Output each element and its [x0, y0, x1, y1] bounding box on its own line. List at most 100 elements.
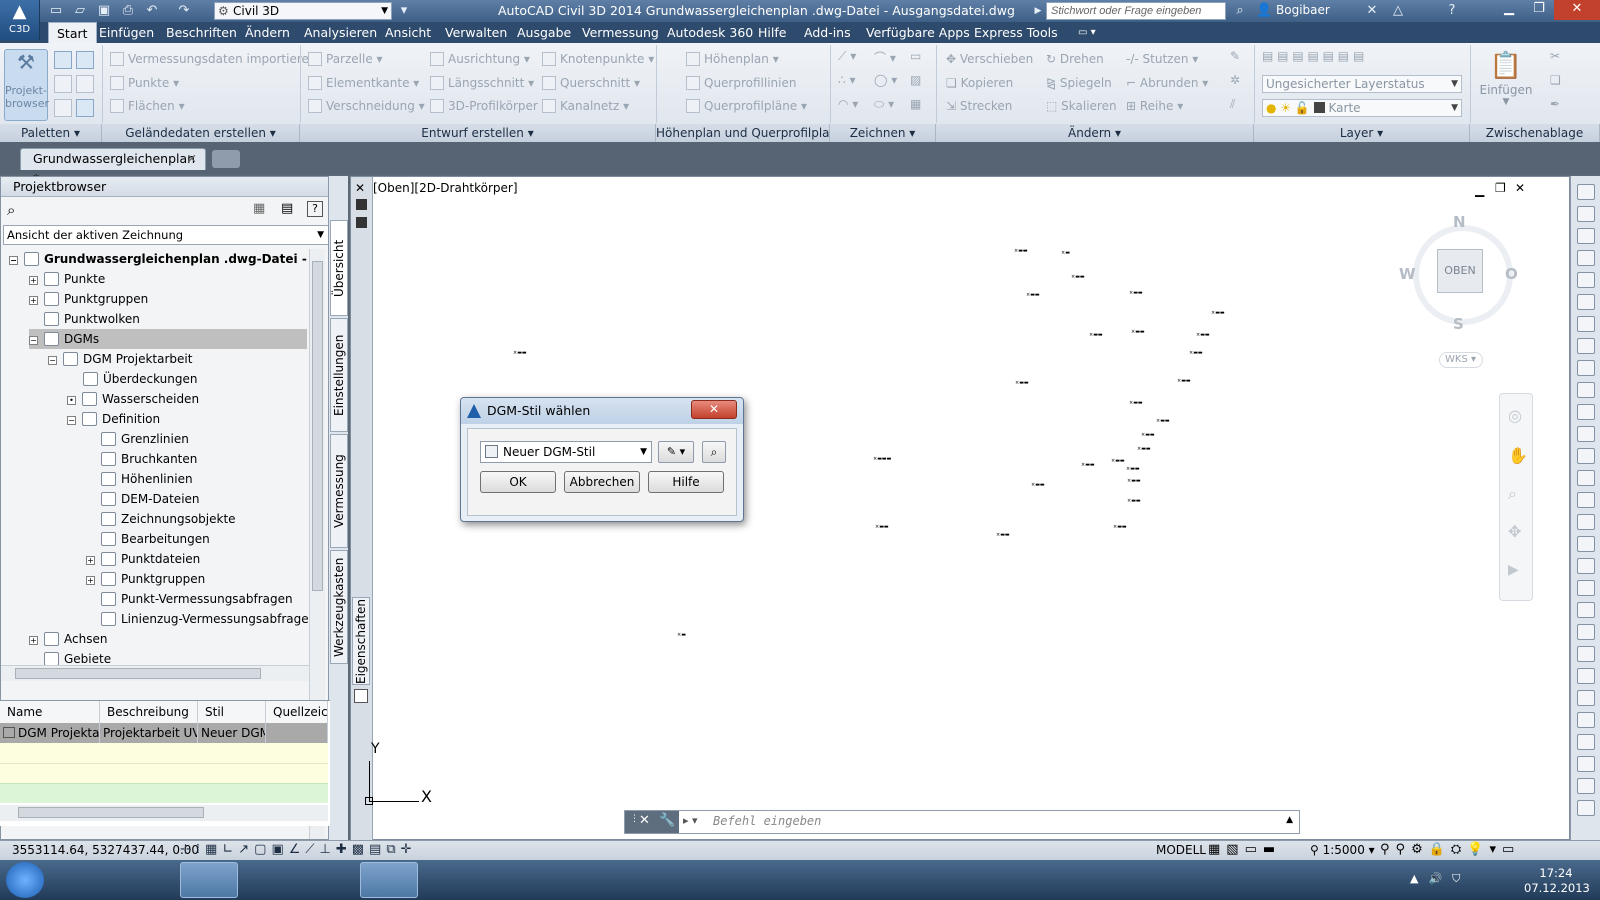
coordinate-display[interactable]: 3553114.64, 5327437.44, 0.00 [12, 843, 199, 857]
point-marker[interactable]: ×▬▬ [1196, 333, 1210, 338]
match-properties-icon[interactable]: ✒ [1550, 97, 1560, 111]
cut-icon[interactable]: ✂ [1550, 49, 1560, 63]
tool-icon[interactable] [1577, 316, 1595, 332]
tree-item-dgms[interactable]: − DGMs [29, 329, 307, 349]
tab-express-tools[interactable]: Express Tools [974, 22, 1058, 43]
tool-icon[interactable] [1577, 338, 1595, 354]
querschnitt-button[interactable]: Querschnitt ▾ [542, 76, 640, 90]
preview-style-button[interactable]: ⌕ [702, 441, 726, 463]
punkte-button[interactable]: Punkte ▾ [110, 76, 179, 90]
region-icon[interactable]: ▦ [910, 97, 921, 111]
layout-model-icon[interactable]: ▦ [1208, 842, 1226, 857]
querprofilplaene-button[interactable]: Querprofilpläne ▾ [686, 99, 807, 113]
panel-label-gelaendedaten[interactable]: Geländedaten erstellen ▾ [102, 124, 300, 142]
grid-icon[interactable]: ▦ [205, 842, 222, 857]
help-icon[interactable]: ? [1444, 3, 1460, 19]
tool-icon[interactable] [1577, 250, 1595, 266]
tool-icon[interactable] [1577, 382, 1595, 398]
point-marker[interactable]: ×▬ [1061, 251, 1070, 256]
layer-properties-icon[interactable]: ▤ [1262, 49, 1277, 63]
verschieben-button[interactable]: ✥ Verschieben [946, 52, 1033, 66]
dialog-close-button[interactable]: ✕ [691, 400, 737, 419]
panel-label-aendern[interactable]: Ändern ▾ [936, 124, 1254, 142]
point-marker[interactable]: ×▬▬ [1127, 499, 1141, 504]
annotation-visibility-icon[interactable]: ⚲ [1380, 842, 1396, 857]
quick-properties-icon[interactable]: ▤ [369, 842, 386, 857]
drehen-button[interactable]: ↻ Drehen [1046, 52, 1104, 66]
column-header-beschreibung[interactable]: Beschreibung [100, 701, 198, 723]
tool-icon[interactable] [1577, 360, 1595, 376]
status-menu-icon[interactable]: ▾ [1490, 842, 1503, 857]
point-marker[interactable]: ×▬▬ [1137, 447, 1151, 452]
tree-item-punktdateien[interactable]: + Punktdateien [86, 549, 200, 569]
style-select[interactable]: Neuer DGM-Stil ▼ [480, 441, 652, 463]
tool-icon[interactable] [1577, 536, 1595, 552]
view-toggle-icon[interactable]: ▦ [253, 201, 265, 216]
tab-werkzeugkasten[interactable]: Werkzeugkasten [330, 550, 348, 664]
tree-item-punkte[interactable]: + Punkte [29, 269, 105, 289]
3d-osnap-icon[interactable]: ▣ [271, 842, 288, 857]
point-marker[interactable]: ×▬▬ [1014, 249, 1028, 254]
lock-icon[interactable]: 🔒 [1429, 842, 1451, 857]
point-marker[interactable]: ×▬▬ [1127, 479, 1141, 484]
point-marker[interactable]: ×▬▬▬ [873, 457, 891, 462]
point-marker[interactable]: ×▬▬ [1141, 433, 1155, 438]
layer-match-icon[interactable]: ▤ [1277, 49, 1292, 63]
cancel-button[interactable]: Abbrechen [564, 471, 640, 493]
collapse-icon[interactable]: − [67, 416, 76, 425]
tool-icon[interactable] [1577, 712, 1595, 728]
hatch-icon[interactable]: ▨ [910, 73, 921, 87]
layer-walk-icon[interactable]: ▤ [1353, 49, 1364, 63]
panel-label-zeichnen[interactable]: Zeichnen ▾ [830, 124, 936, 142]
layer-freeze-icon[interactable]: ▤ [1323, 49, 1338, 63]
prospector-icon[interactable] [54, 51, 72, 69]
taskbar-app-internet-explorer-icon[interactable] [420, 862, 478, 898]
toolbox-icon[interactable] [76, 75, 94, 93]
expand-icon[interactable]: + [29, 296, 38, 305]
print-icon[interactable]: ⎙ [120, 3, 136, 19]
tool-icon[interactable] [1577, 624, 1595, 640]
tab-add-ins[interactable]: Add-ins [804, 22, 851, 43]
point-marker[interactable]: ×▬▬ [1126, 467, 1140, 472]
erase-icon[interactable]: ✎ [1230, 49, 1240, 63]
skalieren-button[interactable]: ⬚ Skalieren [1046, 99, 1117, 113]
search-icon[interactable]: ⌕ [7, 201, 15, 219]
tree-item-punktgruppen[interactable]: + Punktgruppen [29, 289, 148, 309]
tree-item-bruchkanten[interactable]: Bruchkanten [101, 449, 197, 469]
taskbar-app-network-icon[interactable] [62, 862, 120, 898]
rectangle-icon[interactable]: ▭ [910, 49, 921, 63]
polyline-icon[interactable]: ⌒ ▾ [874, 49, 896, 66]
tool-icon[interactable] [1577, 294, 1595, 310]
undo-icon[interactable]: ↶ [144, 3, 160, 19]
command-prompt-icon[interactable]: ▸ ▾ [683, 814, 698, 827]
auto-scale-icon[interactable]: ⚲ [1396, 842, 1412, 857]
parzelle-button[interactable]: Parzelle ▾ [308, 52, 383, 66]
laengsschnitt-button[interactable]: Längsschnitt ▾ [430, 76, 534, 90]
selection-cycling-icon[interactable]: ⧉ [386, 842, 400, 857]
minimize-button[interactable]: ▁ [1494, 0, 1524, 20]
tree-item-hoehenlinien[interactable]: Höhenlinien [101, 469, 193, 489]
point-marker[interactable]: ×▬▬ [996, 533, 1010, 538]
column-header-quellzeichnung[interactable]: Quellzeich [266, 701, 328, 723]
collapse-icon[interactable]: − [29, 336, 38, 345]
point-marker[interactable]: ×▬▬ [1081, 463, 1095, 468]
tool-icon[interactable] [1577, 580, 1595, 596]
tab-aendern[interactable]: Ändern [245, 22, 290, 43]
expand-icon[interactable]: + [29, 636, 38, 645]
projektbrowser-button[interactable]: ⚒ Projekt-browser [4, 49, 49, 121]
isolate-objects-icon[interactable]: 💡 [1467, 842, 1489, 857]
tree-item-ueberdeckungen[interactable]: Überdeckungen [83, 369, 198, 389]
elementkante-button[interactable]: Elementkante ▾ [308, 76, 419, 90]
point-marker[interactable]: ×▬▬ [1131, 330, 1145, 335]
settings-tab-icon[interactable] [76, 51, 94, 69]
volume-icon[interactable]: 🔊 [1428, 872, 1452, 885]
tree-item-wasserscheiden[interactable]: • Wasserscheiden [67, 389, 199, 409]
expand-icon[interactable]: + [29, 276, 38, 285]
tool-icon[interactable] [1577, 514, 1595, 530]
hardware-acceleration-icon[interactable]: ⛭ [1451, 842, 1467, 857]
tab-beschriften[interactable]: Beschriften [166, 22, 237, 43]
tab-verfuegbare-apps[interactable]: Verfügbare Apps [866, 22, 970, 43]
expand-icon[interactable]: • [67, 396, 76, 405]
strecken-button[interactable]: ⇲ Strecken [946, 99, 1012, 113]
tool-icon[interactable] [1577, 690, 1595, 706]
